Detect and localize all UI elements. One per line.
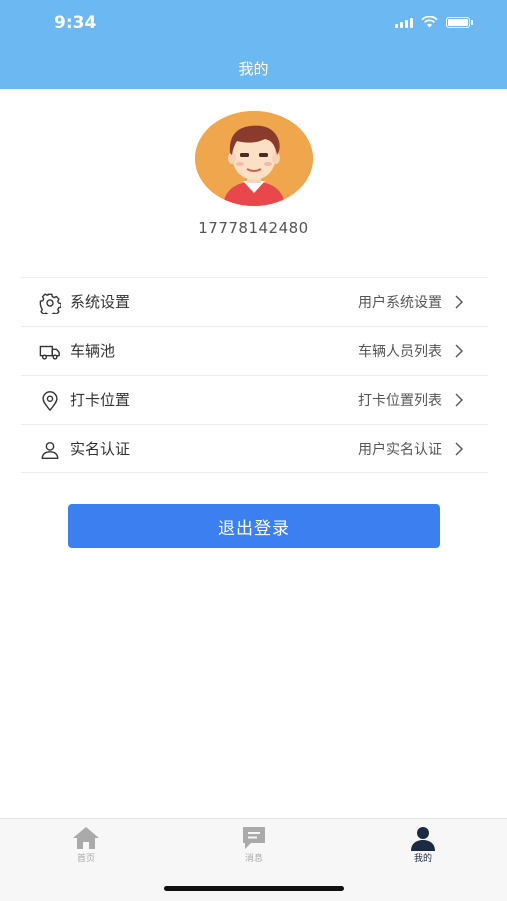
menu-item-value: 车辆人员列表 [358,344,442,360]
menu-list: 系统设置 用户系统设置 车辆池 车辆人员列表 打卡位置 打卡位置列表 实名认证 … [21,277,488,473]
menu-item-checkin-location[interactable]: 打卡位置 打卡位置列表 [21,375,488,424]
tab-label: 首页 [76,854,95,864]
tab-home[interactable]: 首页 [56,825,116,864]
menu-item-system-settings[interactable]: 系统设置 用户系统设置 [21,277,488,326]
message-icon [243,827,265,849]
header-bar: 9:34 我的 [0,0,507,89]
menu-item-vehicle-pool[interactable]: 车辆池 车辆人员列表 [21,326,488,375]
person-icon [411,827,435,851]
home-icon [73,827,99,849]
battery-tip [471,19,473,25]
tab-mine[interactable]: 我的 [393,825,453,864]
user-icon [41,441,59,459]
menu-item-label: 系统设置 [70,293,131,311]
location-pin-icon [42,391,58,411]
chevron-right-icon [455,442,463,456]
menu-item-label: 车辆池 [70,342,116,360]
wifi-icon [421,16,438,28]
page-title: 我的 [238,60,269,78]
chevron-right-icon [455,393,463,407]
menu-item-value: 用户系统设置 [358,295,442,311]
home-indicator [164,886,344,891]
status-time: 9:34 [54,13,97,33]
chevron-right-icon [455,295,463,309]
cellular-signal-icon [395,16,413,28]
menu-item-real-name-auth[interactable]: 实名认证 用户实名认证 [21,424,488,473]
avatar[interactable] [195,111,313,206]
avatar-illustration [195,111,313,206]
menu-item-label: 实名认证 [70,440,131,458]
chevron-right-icon [455,344,463,358]
tab-label: 我的 [413,854,432,864]
menu-item-label: 打卡位置 [70,391,131,409]
menu-item-value: 用户实名认证 [358,442,442,458]
tab-label: 消息 [244,854,263,864]
user-phone: 17778142480 [198,219,309,237]
logout-button[interactable]: 退出登录 [68,504,440,548]
battery-icon [446,16,470,28]
status-icons [395,16,473,28]
truck-icon [39,345,60,360]
tab-messages[interactable]: 消息 [224,825,284,864]
menu-item-value: 打卡位置列表 [358,393,442,409]
gear-icon [39,293,61,314]
